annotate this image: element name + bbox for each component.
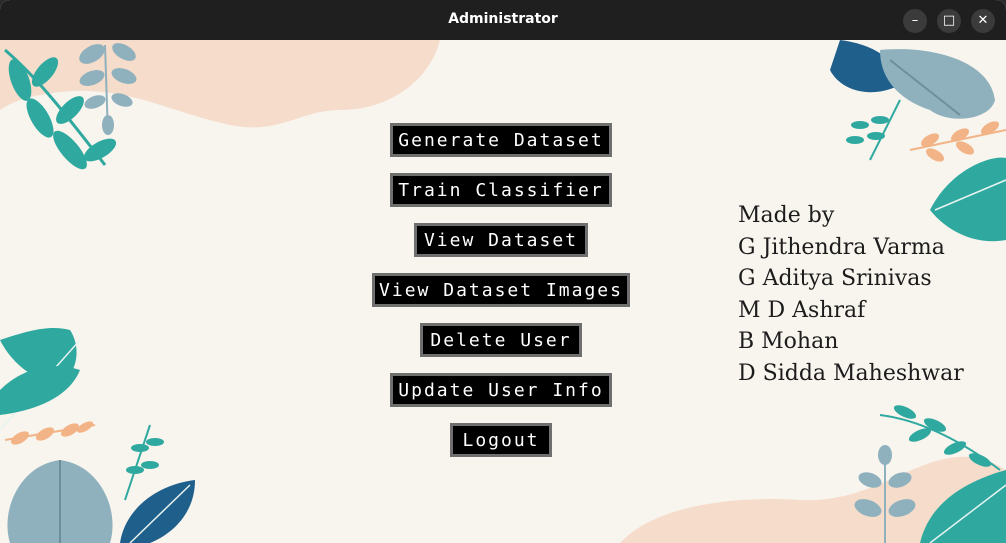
credits-heading: Made by: [738, 203, 835, 228]
credit-name: M D Ashraf: [738, 297, 866, 323]
window-title: Administrator: [448, 11, 558, 27]
update-user-info-button[interactable]: Update User Info: [390, 373, 612, 407]
credits-block: Made by G Jithendra Varma G Aditya Srini…: [738, 200, 964, 389]
generate-dataset-button[interactable]: Generate Dataset: [390, 123, 612, 157]
view-dataset-button[interactable]: View Dataset: [414, 223, 588, 257]
credit-name: G Jithendra Varma: [738, 234, 945, 260]
close-button[interactable]: ✕: [971, 9, 995, 33]
delete-user-button[interactable]: Delete User: [420, 323, 582, 357]
close-icon: ✕: [977, 13, 989, 28]
maximize-button[interactable]: □: [937, 9, 961, 33]
credit-name: D Sidda Maheshwar: [738, 360, 964, 386]
main-content: Generate Dataset Train Classifier View D…: [0, 40, 1006, 543]
app-window: Administrator – □ ✕ Generate Dataset Tra…: [0, 0, 1006, 543]
maximize-icon: □: [942, 13, 956, 28]
train-classifier-button[interactable]: Train Classifier: [390, 173, 612, 207]
logout-button[interactable]: Logout: [450, 423, 552, 457]
title-bar: Administrator – □ ✕: [0, 0, 1006, 40]
minimize-icon: –: [911, 13, 919, 28]
credit-name: G Aditya Srinivas: [738, 266, 932, 291]
minimize-button[interactable]: –: [903, 9, 927, 33]
view-dataset-images-button[interactable]: View Dataset Images: [372, 273, 630, 307]
leaf-cluster-bottom-left-icon: [0, 328, 195, 543]
credit-name: B Mohan: [738, 329, 839, 354]
